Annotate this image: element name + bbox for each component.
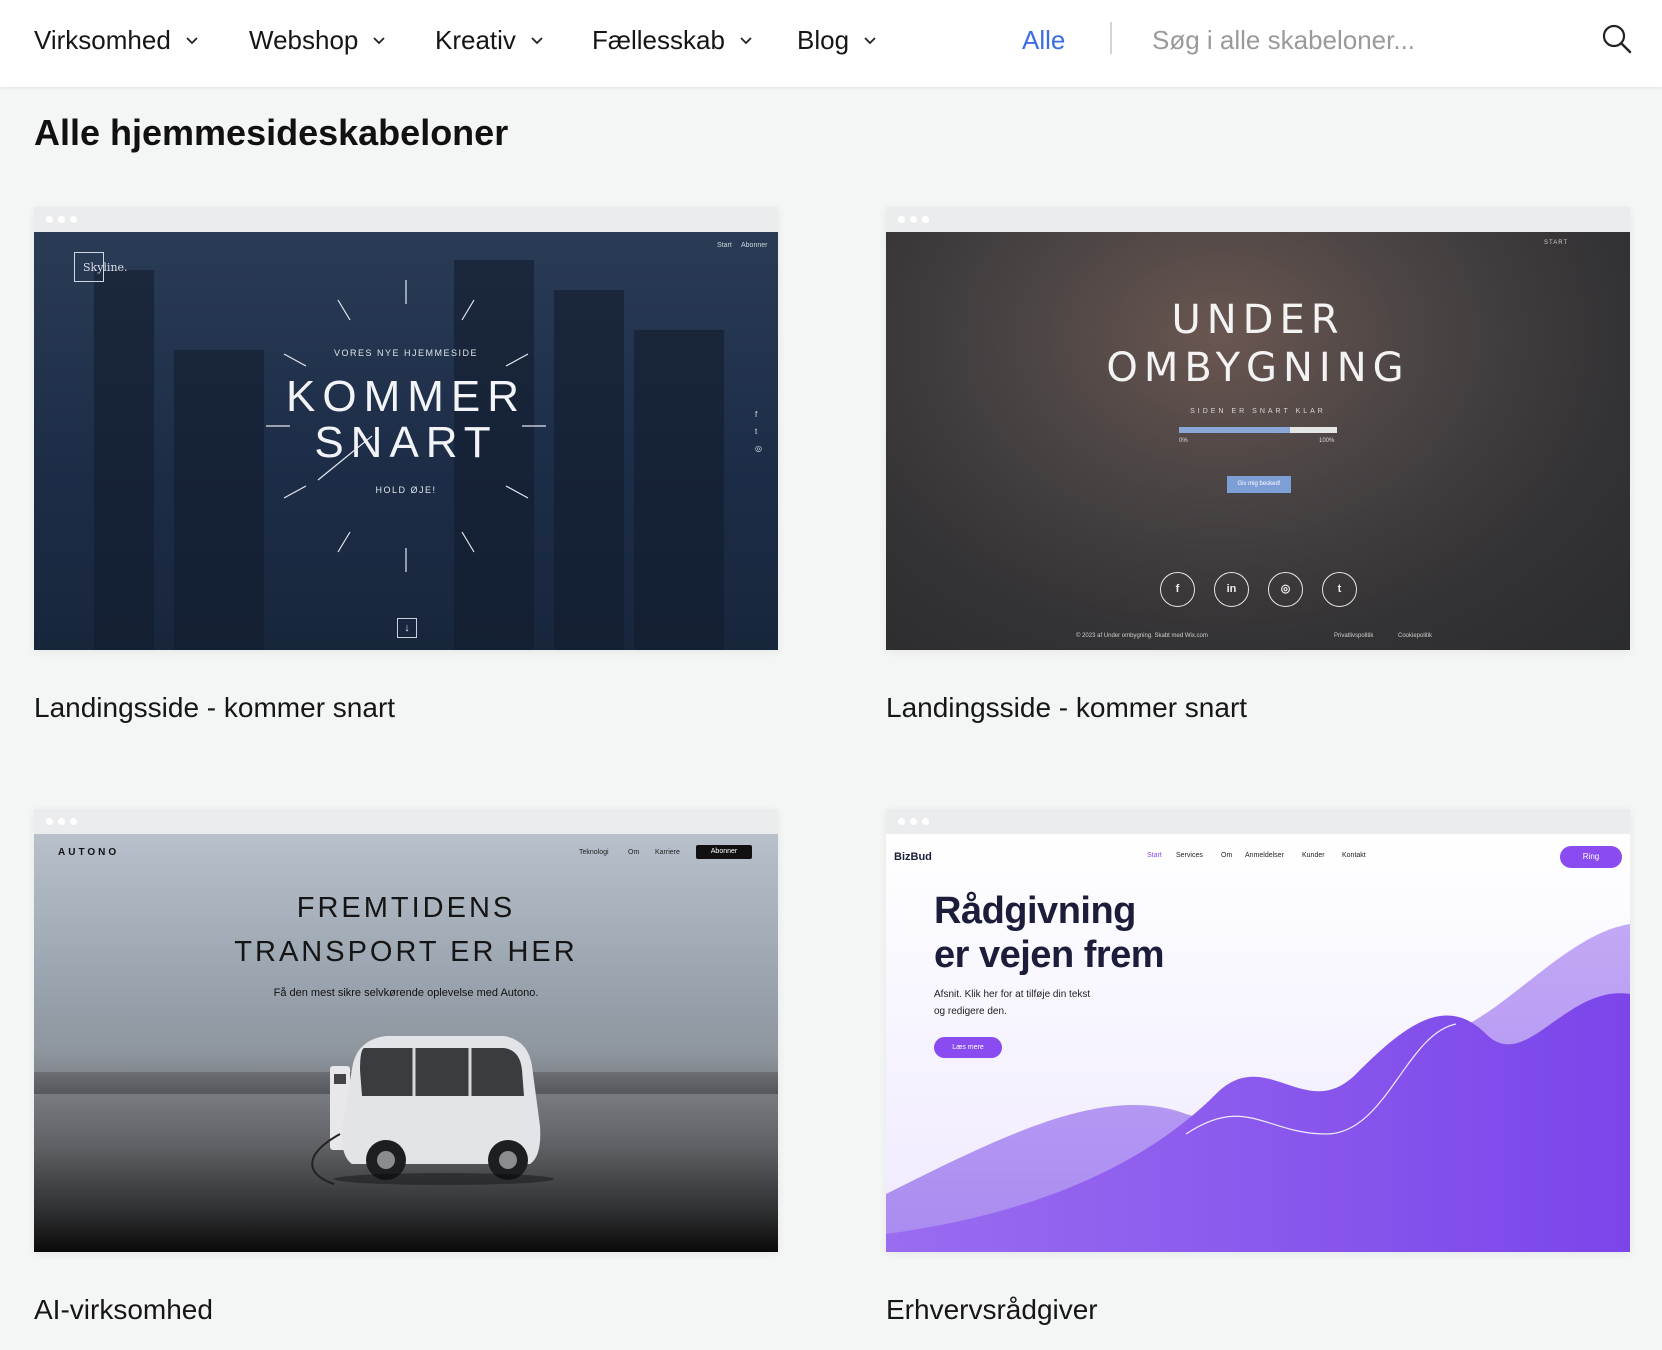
template-card[interactable]: BizBud Start Services Om Anmeldelser Kun… [886,809,1630,1326]
progress-fill [1179,427,1290,433]
instagram-icon: ◎ [1268,572,1303,607]
preview-footer-link: Privatlivspolitik [1334,633,1374,639]
twitter-icon: t [755,427,758,436]
chevron-down-icon [740,37,752,45]
preview-tagline: HOLD ØJE! [375,485,437,495]
skyline-preview: Skyline. Start Abonner VORES NYE HJEMMES… [34,232,778,650]
facebook-icon: f [1160,572,1195,607]
template-preview[interactable]: Skyline. Start Abonner VORES NYE HJEMMES… [34,207,778,650]
preview-nav-item: Services [1176,852,1203,859]
instagram-icon: ◎ [755,444,762,453]
window-dot [58,818,65,825]
template-preview[interactable]: BizBud Start Services Om Anmeldelser Kun… [886,809,1630,1252]
preview-heading-line1: KOMMER [286,372,526,421]
nav-faellesskab[interactable]: Fællesskab [592,22,753,58]
window-dot [46,818,53,825]
window-dot [910,216,917,223]
progress-start-label: 0% [1179,438,1188,444]
template-card[interactable]: AUTONO Teknologi Om Karriere Abonner FRE… [34,809,778,1326]
nav-blog[interactable]: Blog [797,22,877,58]
window-dot [70,818,77,825]
nav-label: Blog [797,24,850,55]
preview-paragraph-line1: Afsnit. Klik her for at tilføje din teks… [934,989,1091,1000]
browser-bar [34,809,778,834]
bizbud-preview: BizBud Start Services Om Anmeldelser Kun… [886,834,1630,1252]
preview-footer-link: Cookiepolitik [1398,633,1433,639]
window-dot [58,216,65,223]
preview-nav-item: Anmeldelser [1245,852,1284,859]
nav-all[interactable]: Alle [1022,22,1065,58]
card-title[interactable]: AI-virksomhed [34,1294,778,1326]
chevron-down-icon [864,37,876,45]
preview-heading-line1: UNDER [1171,297,1345,343]
top-navigation: Virksomhed Webshop Kreativ Fællesskab Bl… [0,0,1662,87]
progress-bar [1179,427,1337,433]
preview-nav-item: START [1544,240,1569,246]
preview-nav-item: Om [1221,852,1233,859]
template-card[interactable]: Skyline. Start Abonner VORES NYE HJEMMES… [34,207,778,724]
template-preview[interactable]: START UNDER OMBYGNING SIDEN ER SNART KLA… [886,207,1630,650]
preview-paragraph-line2: og redigere den. [934,1006,1007,1017]
preview-call-button: Ring [1560,846,1622,868]
template-card[interactable]: START UNDER OMBYGNING SIDEN ER SNART KLA… [886,207,1630,724]
window-dot [70,216,77,223]
preview-heading-line2: er vejen frem [934,934,1165,976]
nav-label: Virksomhed [34,24,171,55]
preview-footer-copyright: © 2023 af Under ombygning. Skabt med Wix… [1076,633,1208,639]
preview-nav-item: Kontakt [1342,852,1366,859]
facebook-icon: f [755,410,758,419]
preview-subtitle: SIDEN ER SNART KLAR [1190,408,1326,415]
preview-heading-line1: Rådgivning [934,890,1136,932]
browser-bar [34,207,778,232]
autono-preview: AUTONO Teknologi Om Karriere Abonner FRE… [34,834,778,1252]
nav-label: Webshop [249,24,359,55]
template-preview[interactable]: AUTONO Teknologi Om Karriere Abonner FRE… [34,809,778,1252]
chevron-down-icon [373,37,386,45]
preview-heading-line2: SNART [314,418,498,467]
under-construction-preview: START UNDER OMBYGNING SIDEN ER SNART KLA… [886,232,1630,650]
search-input[interactable] [1152,20,1532,60]
linkedin-icon: in [1214,572,1249,607]
preview-brand: BizBud [894,851,932,863]
browser-bar [886,207,1630,232]
nav-label: Fællesskab [592,24,725,55]
preview-heading-line2: OMBYGNING [1106,345,1410,391]
card-title[interactable]: Landingsside - kommer snart [886,692,1630,724]
window-dot [922,216,929,223]
window-dot [898,216,905,223]
chevron-down-icon [531,37,543,45]
card-title[interactable]: Erhvervsrådgiver [886,1294,1630,1326]
nav-virksomhed[interactable]: Virksomhed [34,22,199,58]
nav-divider [1110,22,1112,54]
browser-bar [886,809,1630,834]
twitter-icon: t [1322,572,1357,607]
nav-label: Kreativ [435,24,516,55]
window-dot [46,216,53,223]
preview-nav-item: Start [1147,852,1162,859]
arrow-down-icon: ↓ [397,618,417,638]
window-dot [910,818,917,825]
card-title[interactable]: Landingsside - kommer snart [34,692,778,724]
window-dot [898,818,905,825]
progress-end-label: 100% [1319,438,1335,444]
nav-webshop[interactable]: Webshop [249,22,386,58]
preview-nav-item: Kunder [1302,852,1325,859]
preview-read-more-button: Læs mere [934,1037,1002,1058]
chevron-down-icon [186,37,198,45]
nav-kreativ[interactable]: Kreativ [435,22,544,58]
page-title: Alle hjemmesideskabeloner [34,112,509,153]
preview-kicker: VORES NYE HJEMMESIDE [333,348,479,358]
car-illustration [311,1036,554,1185]
window-dot [922,818,929,825]
search-icon[interactable] [1600,22,1634,56]
notify-button: Giv mig besked! [1227,476,1291,493]
